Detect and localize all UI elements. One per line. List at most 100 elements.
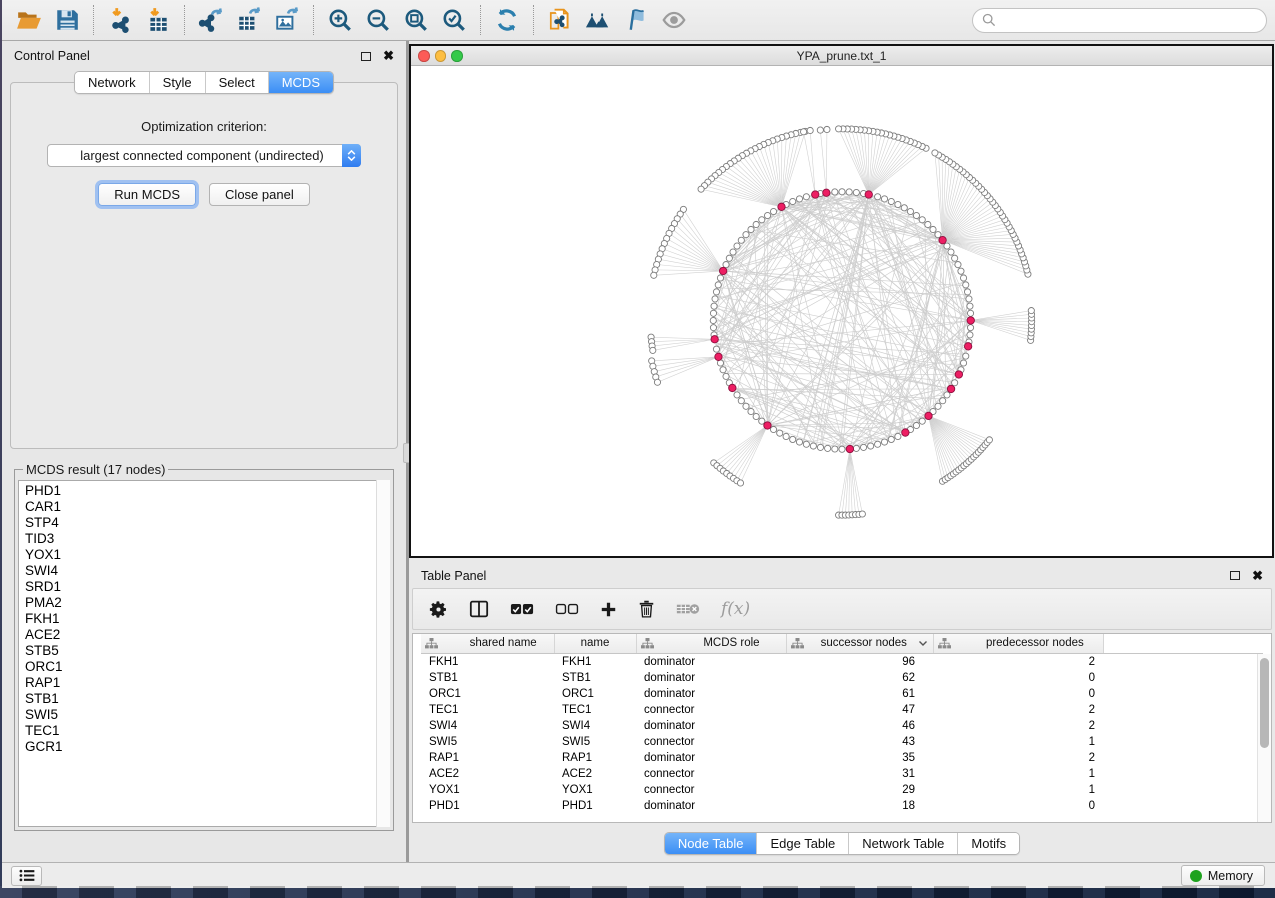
hide-flag-button[interactable] (617, 3, 655, 37)
memory-button[interactable]: Memory (1181, 865, 1265, 886)
mcds-result-item[interactable]: TEC1 (25, 723, 389, 739)
delete-column-button[interactable] (638, 600, 655, 618)
mcds-tab-content: Optimization criterion: largest connecte… (10, 82, 398, 449)
table-row[interactable]: SWI4SWI4dominator462 (421, 718, 1263, 734)
table-row[interactable]: FKH1FKH1dominator962 (421, 653, 1263, 670)
search-box (972, 8, 1267, 33)
network-graph (411, 67, 1272, 556)
column-header-name[interactable]: name (554, 634, 636, 653)
mcds-result-item[interactable]: STB1 (25, 691, 389, 707)
zoom-out-icon (365, 7, 391, 33)
float-panel-icon[interactable] (361, 52, 371, 61)
cell-successor-nodes: 35 (786, 750, 933, 766)
import-network-button[interactable] (101, 3, 139, 37)
cell-MCDS-role: dominator (636, 686, 786, 702)
mcds-result-item[interactable]: PMA2 (25, 595, 389, 611)
network-canvas[interactable] (411, 67, 1272, 556)
table-row[interactable]: STB1STB1dominator620 (421, 670, 1263, 686)
mcds-list-scrollbar[interactable] (376, 480, 390, 827)
tab-edge-table[interactable]: Edge Table (756, 833, 848, 854)
toolbar-separator (184, 5, 185, 35)
split-columns-button[interactable] (469, 600, 489, 618)
function-builder-button[interactable]: f(x) (721, 599, 750, 619)
cell-shared-name: ACE2 (421, 766, 554, 782)
add-column-button[interactable] (600, 601, 617, 618)
tab-select[interactable]: Select (205, 72, 268, 93)
show-hide-eye-button[interactable] (655, 3, 693, 37)
mcds-result-item[interactable]: PHD1 (25, 483, 389, 499)
cell-MCDS-role: connector (636, 782, 786, 798)
minimize-window-icon[interactable] (435, 50, 447, 62)
table-row[interactable]: RAP1RAP1dominator352 (421, 750, 1263, 766)
save-session-button[interactable] (48, 3, 86, 37)
refresh-icon (494, 7, 520, 33)
mcds-result-item[interactable]: ACE2 (25, 627, 389, 643)
zoom-in-button[interactable] (321, 3, 359, 37)
export-network-button[interactable] (192, 3, 230, 37)
mcds-result-item[interactable]: YOX1 (25, 547, 389, 563)
cell-MCDS-role: connector (636, 766, 786, 782)
tab-mcds[interactable]: MCDS (268, 72, 333, 93)
mcds-result-item[interactable]: TID3 (25, 531, 389, 547)
unselect-all-columns-button[interactable] (555, 603, 579, 616)
zoom-selected-button[interactable] (435, 3, 473, 37)
show-panels-button[interactable] (11, 866, 42, 886)
cell-MCDS-role: connector (636, 702, 786, 718)
tab-network-table[interactable]: Network Table (848, 833, 957, 854)
optimization-select[interactable]: largest connected component (undirected) (47, 144, 361, 167)
tab-style[interactable]: Style (149, 72, 205, 93)
desktop-background: Control Panel ✖ NetworkStyleSelectMCDS O… (0, 0, 1275, 898)
tab-network[interactable]: Network (75, 72, 149, 93)
mcds-result-item[interactable]: FKH1 (25, 611, 389, 627)
mcds-result-item[interactable]: RAP1 (25, 675, 389, 691)
float-table-panel-icon[interactable] (1230, 571, 1240, 580)
tab-motifs[interactable]: Motifs (957, 833, 1019, 854)
column-header-successor-nodes[interactable]: successor nodes (786, 634, 933, 653)
control-panel-tabs: NetworkStyleSelectMCDS (2, 71, 406, 94)
import-table-button[interactable] (139, 3, 177, 37)
table-scrollbar[interactable] (1257, 654, 1271, 822)
table-row[interactable]: SWI5SWI5connector431 (421, 734, 1263, 750)
network-window-titlebar[interactable]: YPA_prune.txt_1 (411, 46, 1272, 66)
mcds-result-item[interactable]: SWI4 (25, 563, 389, 579)
table-row[interactable]: PHD1PHD1dominator180 (421, 798, 1263, 814)
column-header-MCDS-role[interactable]: MCDS role (636, 634, 786, 653)
cell-name: ORC1 (554, 686, 636, 702)
share-document-button[interactable] (541, 3, 579, 37)
mcds-result-item[interactable]: SRD1 (25, 579, 389, 595)
zoom-fit-button[interactable] (397, 3, 435, 37)
cell-name: YOX1 (554, 782, 636, 798)
close-panel-button[interactable]: Close panel (209, 183, 310, 206)
close-window-icon[interactable] (418, 50, 430, 62)
table-scrollbar-thumb[interactable] (1260, 658, 1269, 748)
table-row[interactable]: ACE2ACE2connector311 (421, 766, 1263, 782)
mcds-result-item[interactable]: ORC1 (25, 659, 389, 675)
apply-layout-button[interactable] (488, 3, 526, 37)
mcds-result-list[interactable]: PHD1CAR1STP4TID3YOX1SWI4SRD1PMA2FKH1ACE2… (18, 480, 390, 827)
tab-node-table[interactable]: Node Table (665, 833, 757, 854)
mcds-result-item[interactable]: STP4 (25, 515, 389, 531)
overview-button[interactable] (579, 3, 617, 37)
table-row[interactable]: ORC1ORC1dominator610 (421, 686, 1263, 702)
close-panel-icon[interactable]: ✖ (383, 51, 394, 61)
export-image-button[interactable] (268, 3, 306, 37)
export-table-button[interactable] (230, 3, 268, 37)
control-panel-header: Control Panel ✖ (2, 41, 406, 65)
delete-table-button[interactable] (676, 602, 700, 616)
search-input[interactable] (1002, 12, 1257, 28)
mcds-result-item[interactable]: GCR1 (25, 739, 389, 755)
mcds-result-item[interactable]: SWI5 (25, 707, 389, 723)
column-header-shared-name[interactable]: shared name (421, 634, 554, 653)
table-row[interactable]: YOX1YOX1connector291 (421, 782, 1263, 798)
select-all-columns-button[interactable] (510, 603, 534, 616)
table-settings-button[interactable] (429, 600, 448, 619)
open-file-button[interactable] (10, 3, 48, 37)
mcds-result-item[interactable]: CAR1 (25, 499, 389, 515)
close-table-panel-icon[interactable]: ✖ (1252, 571, 1263, 581)
table-row[interactable]: TEC1TEC1connector472 (421, 702, 1263, 718)
maximize-window-icon[interactable] (451, 50, 463, 62)
run-mcds-button[interactable]: Run MCDS (98, 183, 196, 206)
mcds-result-item[interactable]: STB5 (25, 643, 389, 659)
column-header-predecessor-nodes[interactable]: predecessor nodes (933, 634, 1103, 653)
zoom-out-button[interactable] (359, 3, 397, 37)
